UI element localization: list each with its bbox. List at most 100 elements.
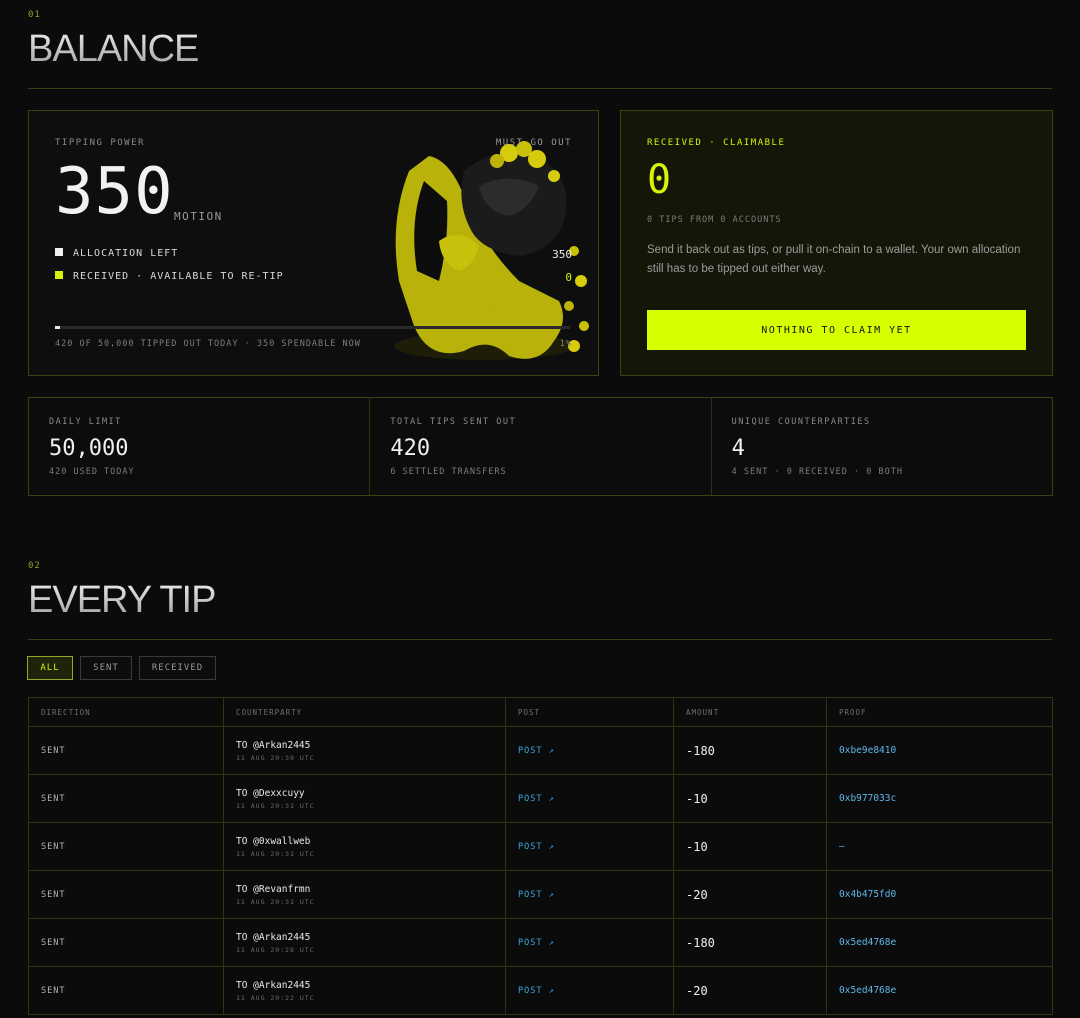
proof-link[interactable]: —	[839, 841, 845, 852]
direction-text: SENT	[41, 793, 66, 804]
divider	[28, 88, 1052, 89]
stat-unique-counterparties: UNIQUE COUNTERPARTIES 4 4 SENT · 0 RECEI…	[712, 398, 1052, 495]
table-row: SENT TO @Arkan2445 11 AUG 20:22 UTC POST ↗ -…	[28, 966, 1053, 1015]
cell-counterparty: TO @Arkan2445 11 AUG 20:22 UTC	[223, 966, 506, 1015]
legend-swatch	[55, 248, 63, 256]
direction-text: SENT	[41, 985, 66, 996]
cell-direction: SENT	[28, 822, 224, 871]
filter-all-button[interactable]: ALL	[27, 656, 73, 680]
cell-counterparty: TO @Arkan2445 11 AUG 20:39 UTC	[223, 726, 506, 775]
direction-text: SENT	[41, 889, 66, 900]
tipping-power-value: 350	[55, 155, 174, 229]
amount-value: -180	[686, 743, 715, 758]
post-link[interactable]: POST ↗	[518, 794, 555, 804]
direction-text: SENT	[41, 745, 66, 756]
tipping-power-card: TIPPING POWER MUST GO OUT 350 MOTION ALL…	[28, 110, 599, 376]
post-link[interactable]: POST ↗	[518, 986, 555, 996]
cell-direction: SENT	[28, 918, 224, 967]
cell-proof: 0x4b475fd0	[826, 870, 1053, 919]
received-claimable-card: RECEIVED · CLAIMABLE 0 0 TIPS FROM 0 ACC…	[620, 110, 1053, 376]
cell-amount: -10	[673, 822, 827, 871]
cell-counterparty: TO @0xwallweb 11 AUG 20:31 UTC	[223, 822, 506, 871]
cell-counterparty: TO @Dexxcuyy 11 AUG 20:31 UTC	[223, 774, 506, 823]
post-link[interactable]: POST ↗	[518, 890, 555, 900]
cell-proof: 0xb977033c	[826, 774, 1053, 823]
tips-table: DIRECTION COUNTERPARTY POST AMOUNT PROOF…	[28, 697, 1053, 1015]
cell-proof: 0xbe9e8410	[826, 726, 1053, 775]
table-row: SENT TO @Arkan2445 11 AUG 20:39 UTC POST ↗ -…	[28, 726, 1053, 775]
cell-counterparty: TO @Arkan2445 11 AUG 20:28 UTC	[223, 918, 506, 967]
column-header-post: POST	[505, 697, 674, 727]
proof-link[interactable]: 0x5ed4768e	[839, 985, 896, 996]
table-header-row: DIRECTION COUNTERPARTY POST AMOUNT PROOF	[28, 697, 1053, 727]
tipped-out-progress-bar	[55, 326, 570, 329]
filter-sent-button[interactable]: SENT	[80, 656, 132, 680]
cell-post: POST ↗	[505, 822, 674, 871]
amount-value: -180	[686, 935, 715, 950]
received-sub: 0 TIPS FROM 0 ACCOUNTS	[647, 215, 782, 225]
stat-sub: 6 SETTLED TRANSFERS	[390, 467, 507, 477]
tip-timestamp: 11 AUG 20:28 UTC	[236, 945, 315, 954]
legend-label: ALLOCATION LEFT	[73, 248, 179, 259]
column-header-direction: DIRECTION	[28, 697, 224, 727]
stats-row: DAILY LIMIT 50,000 420 USED TODAY TOTAL …	[28, 397, 1053, 496]
legend-received-value: 0	[565, 271, 572, 284]
stat-value: 420	[390, 436, 431, 461]
legend-allocation-value: 350	[552, 248, 572, 261]
amount-value: -10	[686, 791, 708, 806]
cell-post: POST ↗	[505, 870, 674, 919]
counterparty-link[interactable]: TO @Dexxcuyy	[236, 788, 493, 799]
counterparty-link[interactable]: TO @Revanfrmn	[236, 884, 493, 895]
post-link[interactable]: POST ↗	[518, 746, 555, 756]
cell-amount: -180	[673, 918, 827, 967]
amount-value: -10	[686, 839, 708, 854]
counterparty-link[interactable]: TO @0xwallweb	[236, 836, 493, 847]
tip-timestamp: 11 AUG 20:22 UTC	[236, 993, 315, 1002]
post-link[interactable]: POST ↗	[518, 938, 555, 948]
tip-timestamp: 11 AUG 20:31 UTC	[236, 849, 315, 858]
cell-direction: SENT	[28, 726, 224, 775]
counterparty-link[interactable]: TO @Arkan2445	[236, 740, 493, 751]
cell-direction: SENT	[28, 774, 224, 823]
section-title-balance: BALANCE	[28, 28, 199, 70]
proof-link[interactable]: 0xb977033c	[839, 793, 896, 804]
cell-amount: -20	[673, 870, 827, 919]
legend-received: RECEIVED · AVAILABLE TO RE-TIP	[55, 271, 284, 282]
table-row: SENT TO @0xwallweb 11 AUG 20:31 UTC POST ↗ -…	[28, 822, 1053, 871]
cell-direction: SENT	[28, 966, 224, 1015]
column-header-amount: AMOUNT	[673, 697, 827, 727]
direction-text: SENT	[41, 937, 66, 948]
legend-label: RECEIVED · AVAILABLE TO RE-TIP	[73, 271, 284, 282]
post-link[interactable]: POST ↗	[518, 842, 555, 852]
cell-amount: -180	[673, 726, 827, 775]
column-header-proof: PROOF	[826, 697, 1053, 727]
stat-value: 50,000	[49, 436, 129, 461]
proof-link[interactable]: 0x5ed4768e	[839, 937, 896, 948]
filter-received-button[interactable]: RECEIVED	[139, 656, 216, 680]
column-header-counterparty: COUNTERPARTY	[223, 697, 506, 727]
table-row: SENT TO @Arkan2445 11 AUG 20:28 UTC POST ↗ -…	[28, 918, 1053, 967]
cell-amount: -20	[673, 966, 827, 1015]
table-row: SENT TO @Dexxcuyy 11 AUG 20:31 UTC POST ↗ -1…	[28, 774, 1053, 823]
table-row: SENT TO @Revanfrmn 11 AUG 20:31 UTC POST ↗ -…	[28, 870, 1053, 919]
must-go-out-tag: MUST GO OUT	[495, 138, 572, 148]
claim-button[interactable]: NOTHING TO CLAIM YET	[647, 310, 1026, 350]
cell-proof: 0x5ed4768e	[826, 966, 1053, 1015]
stat-sub: 420 USED TODAY	[49, 467, 135, 477]
counterparty-link[interactable]: TO @Arkan2445	[236, 932, 493, 943]
cell-proof: —	[826, 822, 1053, 871]
counterparty-link[interactable]: TO @Arkan2445	[236, 980, 493, 991]
section-number: 02	[28, 561, 41, 571]
legend-swatch	[55, 271, 63, 279]
cell-counterparty: TO @Revanfrmn 11 AUG 20:31 UTC	[223, 870, 506, 919]
proof-link[interactable]: 0xbe9e8410	[839, 745, 896, 756]
stat-label: TOTAL TIPS SENT OUT	[390, 417, 517, 427]
cell-post: POST ↗	[505, 726, 674, 775]
tip-timestamp: 11 AUG 20:39 UTC	[236, 753, 315, 762]
proof-link[interactable]: 0x4b475fd0	[839, 889, 896, 900]
cell-post: POST ↗	[505, 966, 674, 1015]
stat-value: 4	[731, 436, 745, 461]
tip-timestamp: 11 AUG 20:31 UTC	[236, 801, 315, 810]
tipping-power-label: TIPPING POWER	[55, 138, 145, 148]
divider	[28, 639, 1052, 640]
